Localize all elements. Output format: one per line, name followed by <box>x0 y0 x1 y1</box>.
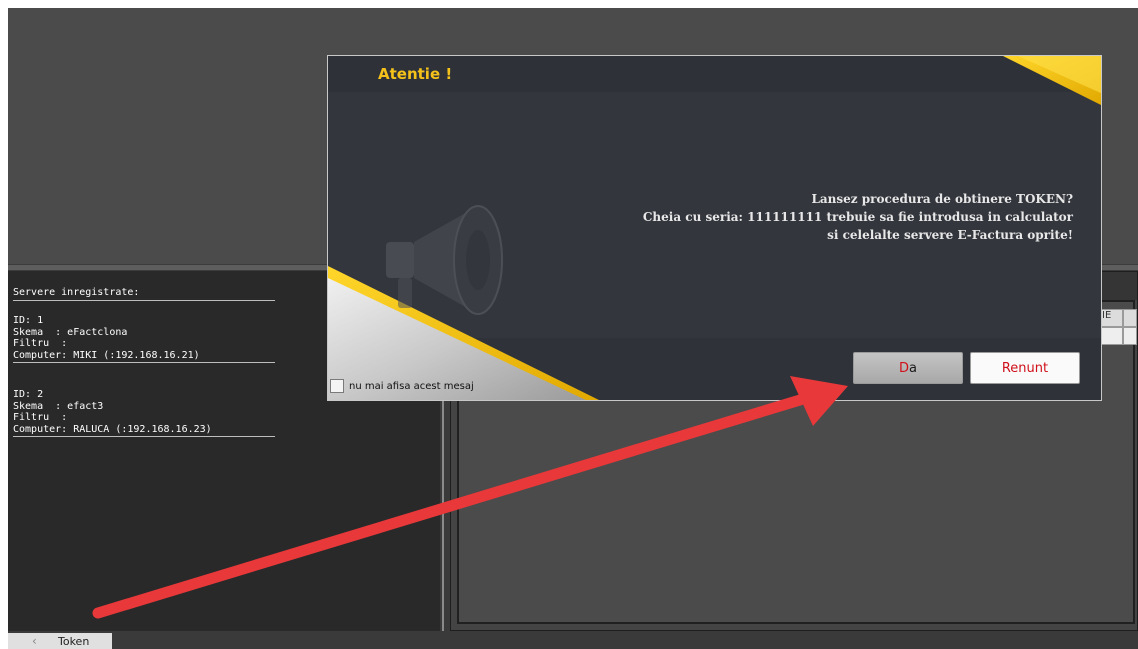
yes-button-label: a <box>909 360 917 376</box>
yes-button[interactable]: Da <box>853 352 963 384</box>
server-filter: Filtru : <box>13 338 68 349</box>
grid-cell[interactable] <box>1123 327 1137 345</box>
grid-column-header[interactable]: IE <box>1099 309 1123 327</box>
server-schema: Skema : efact3 <box>13 400 104 412</box>
dialog-title: Atentie ! <box>378 65 453 83</box>
cancel-button[interactable]: Renunt <box>970 352 1080 384</box>
server-id: ID: 2 <box>13 389 44 400</box>
server-entry: ID: 2 Skema : efact3 Filtru : Computer: … <box>13 389 275 437</box>
dialog-message: Lansez procedura de obtinere TOKEN? Chei… <box>643 190 1073 244</box>
token-tab[interactable]: ‹ Token <box>8 633 112 649</box>
yes-button-accelerator: D <box>899 360 910 376</box>
dialog-message-line: Cheia cu seria: 111111111 trebuie sa fie… <box>642 210 1073 224</box>
grid-header-stub: IE <box>1099 309 1137 345</box>
server-entry: ID: 1 Skema : eFactclona Filtru : Comput… <box>13 315 275 363</box>
attention-dialog: Atentie ! Lansez procedura de obtinere T… <box>327 55 1102 401</box>
bottom-bar: ‹ Token <box>8 631 1138 649</box>
chevron-left-icon[interactable]: ‹ <box>32 634 50 648</box>
megaphone-icon <box>386 205 503 315</box>
server-filter: Filtru : <box>13 412 68 423</box>
server-schema: Skema : eFactclona <box>13 326 128 338</box>
servers-title: Servere inregistrate: <box>13 287 275 301</box>
server-id: ID: 1 <box>13 315 44 326</box>
server-computer: Computer: RALUCA (:192.168.16.23) <box>13 424 275 437</box>
server-computer: Computer: MIKI (:192.168.16.21) <box>13 350 275 363</box>
checkbox-label: nu mai afisa acest mesaj <box>349 380 474 392</box>
grid-cell[interactable] <box>1099 327 1123 345</box>
checkbox-box[interactable] <box>330 379 344 393</box>
dialog-message-line: Lansez procedura de obtinere TOKEN? <box>811 192 1073 206</box>
dont-show-again-checkbox[interactable]: nu mai afisa acest mesaj <box>330 379 474 393</box>
dialog-message-line: si celelalte servere E-Factura oprite! <box>827 228 1073 242</box>
grid-column-header[interactable] <box>1123 309 1137 327</box>
token-tab-label: Token <box>58 634 90 648</box>
